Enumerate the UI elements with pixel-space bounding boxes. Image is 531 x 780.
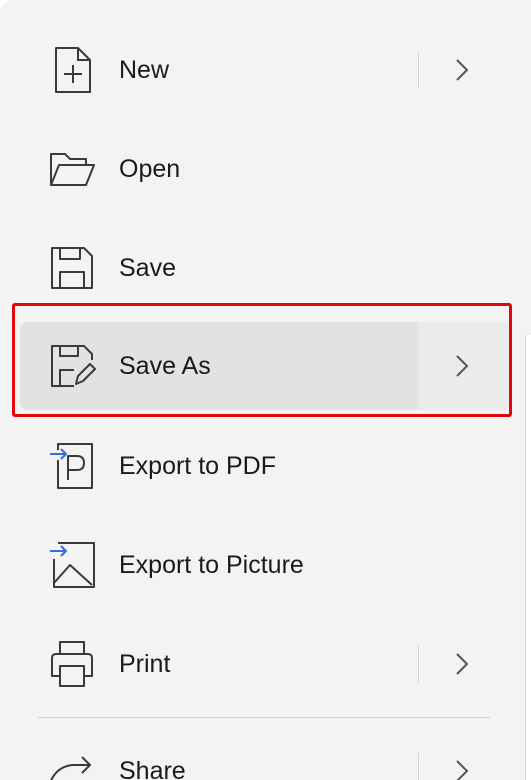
- menu-item-save-as[interactable]: Save As: [20, 322, 510, 410]
- divider: [418, 52, 419, 88]
- chevron-right-icon[interactable]: [452, 650, 472, 678]
- file-menu: New Open Save Save As Export to PDF Expo…: [0, 0, 531, 780]
- divider: [418, 646, 419, 682]
- share-icon: [48, 747, 96, 780]
- menu-item-label: Save As: [119, 352, 211, 380]
- chevron-right-icon[interactable]: [452, 757, 472, 780]
- menu-item-label: Save: [119, 254, 176, 282]
- export-picture-icon: [48, 541, 96, 589]
- chevron-right-icon[interactable]: [452, 352, 472, 380]
- export-pdf-icon: [48, 442, 96, 490]
- menu-separator: [38, 717, 490, 718]
- save-icon: [48, 244, 96, 292]
- menu-item-label: Share: [119, 757, 186, 780]
- menu-item-export-picture[interactable]: Export to Picture: [20, 521, 510, 609]
- menu-item-open[interactable]: Open: [20, 125, 510, 213]
- menu-item-label: Export to PDF: [119, 452, 276, 480]
- menu-item-label: Open: [119, 155, 181, 183]
- menu-item-new[interactable]: New: [20, 26, 510, 114]
- divider: [418, 753, 419, 780]
- folder-open-icon: [48, 145, 96, 193]
- printer-icon: [48, 640, 96, 688]
- menu-item-print[interactable]: Print: [20, 620, 510, 708]
- menu-item-label: Export to Picture: [119, 551, 304, 579]
- menu-item-label: New: [119, 56, 170, 84]
- new-document-icon: [48, 46, 96, 94]
- submenu-panel-edge: [525, 335, 531, 780]
- save-as-icon: [48, 342, 96, 390]
- chevron-right-icon[interactable]: [452, 56, 472, 84]
- menu-item-label: Print: [119, 650, 171, 678]
- menu-item-share[interactable]: Share: [20, 727, 510, 780]
- menu-item-save[interactable]: Save: [20, 224, 510, 312]
- menu-item-export-pdf[interactable]: Export to PDF: [20, 422, 510, 510]
